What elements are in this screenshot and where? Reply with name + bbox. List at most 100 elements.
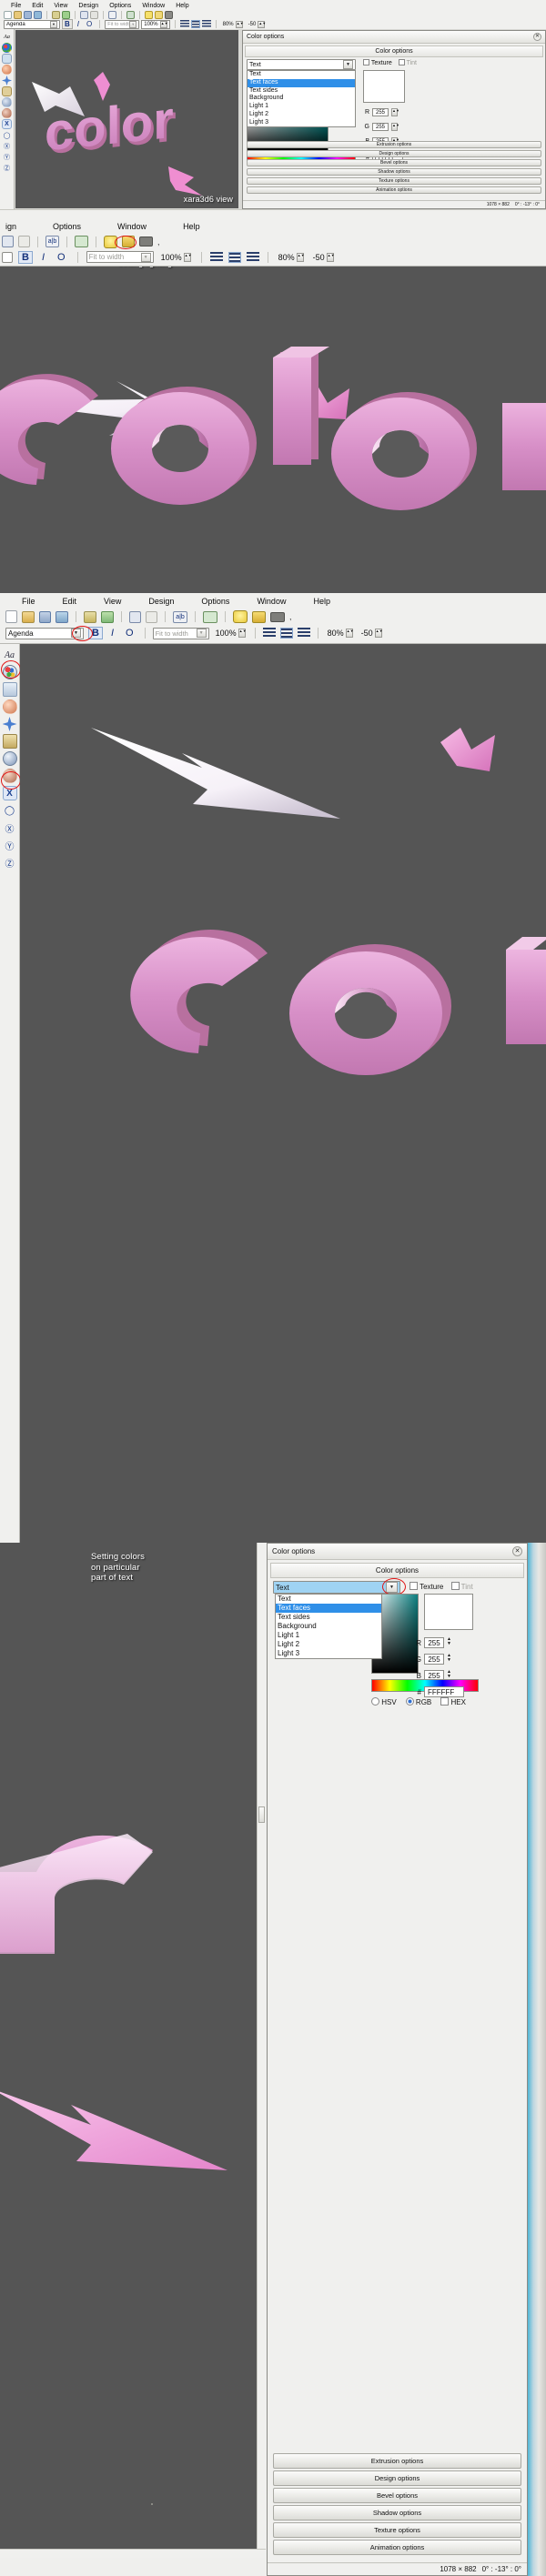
list-item[interactable]: Background <box>248 95 355 103</box>
text-toolbar-zoom3[interactable]: Agenda ▼ B I O Fit to width ▼ 100% ▲▼ 80… <box>0 625 546 641</box>
animation-options-button[interactable]: Animation options <box>247 186 541 194</box>
sidebar-item-only-text[interactable]: X <box>2 786 17 800</box>
menu-item-design-partial[interactable]: ign <box>0 221 22 232</box>
list-item[interactable]: Text faces <box>248 78 355 87</box>
texture-options-button[interactable]: Texture options <box>273 2522 521 2538</box>
color-target-listbox[interactable]: Text Text faces Text sides Background Li… <box>275 1594 382 1659</box>
align-center-icon[interactable] <box>228 251 241 263</box>
menu-item-help[interactable]: Help <box>308 596 336 607</box>
font-name-combo[interactable]: Agenda ▼ <box>4 19 60 29</box>
save-icon[interactable] <box>39 610 51 623</box>
chevron-down-icon[interactable]: ▼ <box>50 20 57 28</box>
sidebar-item-rotate-z[interactable]: Ⓨ <box>2 152 12 162</box>
menu-bar[interactable]: File Edit View Design Options Window Hel… <box>0 593 546 609</box>
export-image-icon[interactable] <box>34 10 42 19</box>
extrusion-options-button[interactable]: Extrusion options <box>247 141 541 148</box>
bevel-options-button[interactable]: Bevel options <box>247 159 541 166</box>
list-item[interactable]: Light 3 <box>276 1649 381 1658</box>
scale-spinner[interactable]: 100% ▲▼ <box>159 251 193 263</box>
spinner-arrows-icon[interactable]: ▲▼ <box>235 20 244 28</box>
color-mode-radios[interactable]: HSV RGB HEX <box>371 1697 466 1706</box>
menu-item-view[interactable]: View <box>98 596 126 607</box>
g-value[interactable]: 255 <box>424 1654 444 1665</box>
bold-button[interactable]: B <box>18 250 33 264</box>
color-options-panel[interactable]: Color options ✕ Color options Text ▼ Tex… <box>267 1543 528 2576</box>
italic-button[interactable]: I <box>75 20 82 28</box>
sidebar-item-extrusion-options[interactable] <box>2 699 17 714</box>
sidebar-item-color-options[interactable] <box>2 665 17 679</box>
scale-spinner[interactable]: 100% ▲▼ <box>141 19 170 29</box>
menu-item-edit[interactable]: Edit <box>26 2 48 9</box>
text-toolbar-zoom[interactable]: B I O Fit to width ▼ 100% ▲▼ 80% ▲▼ -50 <box>0 249 546 265</box>
play-animation-icon[interactable] <box>126 10 135 19</box>
menu-item-file[interactable]: File <box>5 2 26 9</box>
bar-icon[interactable] <box>270 611 285 622</box>
outline-button[interactable]: O <box>122 628 137 639</box>
italic-button[interactable]: I <box>38 252 48 263</box>
font-name-combo[interactable]: Agenda ▼ <box>5 627 84 639</box>
menu-item-options[interactable]: Options <box>47 221 86 232</box>
animation-options-button[interactable]: Animation options <box>273 2540 521 2555</box>
depth-spinner[interactable]: -50 ▲▼ <box>311 251 336 263</box>
lightbulb-icon[interactable] <box>145 10 153 19</box>
texture-options-button[interactable]: Texture options <box>247 177 541 185</box>
bold-button[interactable]: B <box>88 627 103 639</box>
color-target-listbox[interactable]: Text Text faces Text sides Background Li… <box>247 70 356 128</box>
sidebar-item-animation-options[interactable] <box>2 97 12 107</box>
r-value[interactable]: 255 <box>424 1637 444 1648</box>
color-options-dock-overview[interactable]: Color options ✕ Color options Text ▼ Tex… <box>242 30 546 209</box>
r-value[interactable]: 255 <box>372 108 389 116</box>
export-image-icon[interactable] <box>56 610 68 623</box>
g-row[interactable]: G 255 ▲▼ <box>413 1654 456 1665</box>
panel3-toolbar-strip[interactable]: File Edit View Design Options Window Hel… <box>0 593 546 644</box>
fit-mode-combo[interactable]: Fit to width ▼ <box>105 19 140 29</box>
chevron-down-icon[interactable]: ▼ <box>386 1582 398 1593</box>
sidebar-item-texture-options[interactable] <box>2 734 17 749</box>
r-row[interactable]: R 255 ▲▼ <box>363 108 399 116</box>
new-document-icon[interactable] <box>4 10 12 19</box>
redo-icon[interactable] <box>146 610 157 623</box>
play-animation-icon[interactable] <box>203 610 217 623</box>
font-combo-left-edge[interactable] <box>2 251 13 263</box>
extrusion-options-button[interactable]: Extrusion options <box>273 2453 521 2469</box>
list-item[interactable]: Light 2 <box>276 1640 381 1649</box>
rgb-radio[interactable] <box>405 1697 414 1706</box>
horizontal-scrollbar-overview[interactable] <box>0 209 546 218</box>
g-row[interactable]: G 255 ▲▼ <box>363 123 399 131</box>
sidebar-item-rotate-x[interactable]: ◯ <box>2 130 12 140</box>
tint-checkbox[interactable] <box>450 1582 460 1590</box>
tint-checkbox[interactable] <box>398 59 405 65</box>
color-target-combo[interactable]: Text ▼ <box>273 1581 400 1594</box>
sidebar-item-animation-options[interactable] <box>2 751 17 766</box>
list-item[interactable]: Text <box>276 1595 381 1604</box>
list-item[interactable]: Light 3 <box>248 119 355 127</box>
shadow-spinner[interactable]: 80% ▲▼ <box>221 20 245 29</box>
shadow-spinner[interactable]: 80% ▲▼ <box>277 251 306 263</box>
bar-icon[interactable] <box>139 236 153 247</box>
menu-bar-partial[interactable]: ign Options Window Help <box>0 218 546 234</box>
menu-item-view[interactable]: View <box>48 2 73 9</box>
spinner-arrows-icon[interactable]: ▲▼ <box>391 123 399 131</box>
sidebar-item-shadow-options[interactable] <box>2 717 17 731</box>
play-animation-icon[interactable] <box>75 236 88 247</box>
new-document-icon[interactable] <box>5 610 17 623</box>
option-buttons-group-overview[interactable]: Extrusion options Design options Bevel o… <box>247 141 541 196</box>
redo-icon[interactable] <box>90 10 98 19</box>
list-item[interactable]: Text faces <box>276 1604 381 1613</box>
list-item[interactable]: Text sides <box>276 1613 381 1622</box>
sidebar-item-bevel-options[interactable] <box>2 682 17 697</box>
fit-mode-combo[interactable]: Fit to width ▼ <box>86 251 154 263</box>
open-folder-icon[interactable] <box>22 610 35 623</box>
close-icon[interactable]: ✕ <box>533 33 541 41</box>
hsv-radio[interactable] <box>371 1697 379 1706</box>
spinner-arrows-icon[interactable]: ▲▼ <box>447 1637 456 1648</box>
shadow-options-button[interactable]: Shadow options <box>247 168 541 176</box>
main-toolbar[interactable] <box>0 10 546 19</box>
bevel-options-button[interactable]: Bevel options <box>273 2488 521 2503</box>
shadow-spinner[interactable]: 80% ▲▼ <box>326 628 355 639</box>
list-item[interactable]: Light 2 <box>248 111 355 119</box>
export-animation-icon[interactable] <box>62 10 70 19</box>
color-options-dialog-main[interactable] <box>151 2503 153 2505</box>
viewport-canvas-lighting[interactable]: setting lighting <box>0 267 546 593</box>
text-icon[interactable]: a|b <box>173 610 187 623</box>
